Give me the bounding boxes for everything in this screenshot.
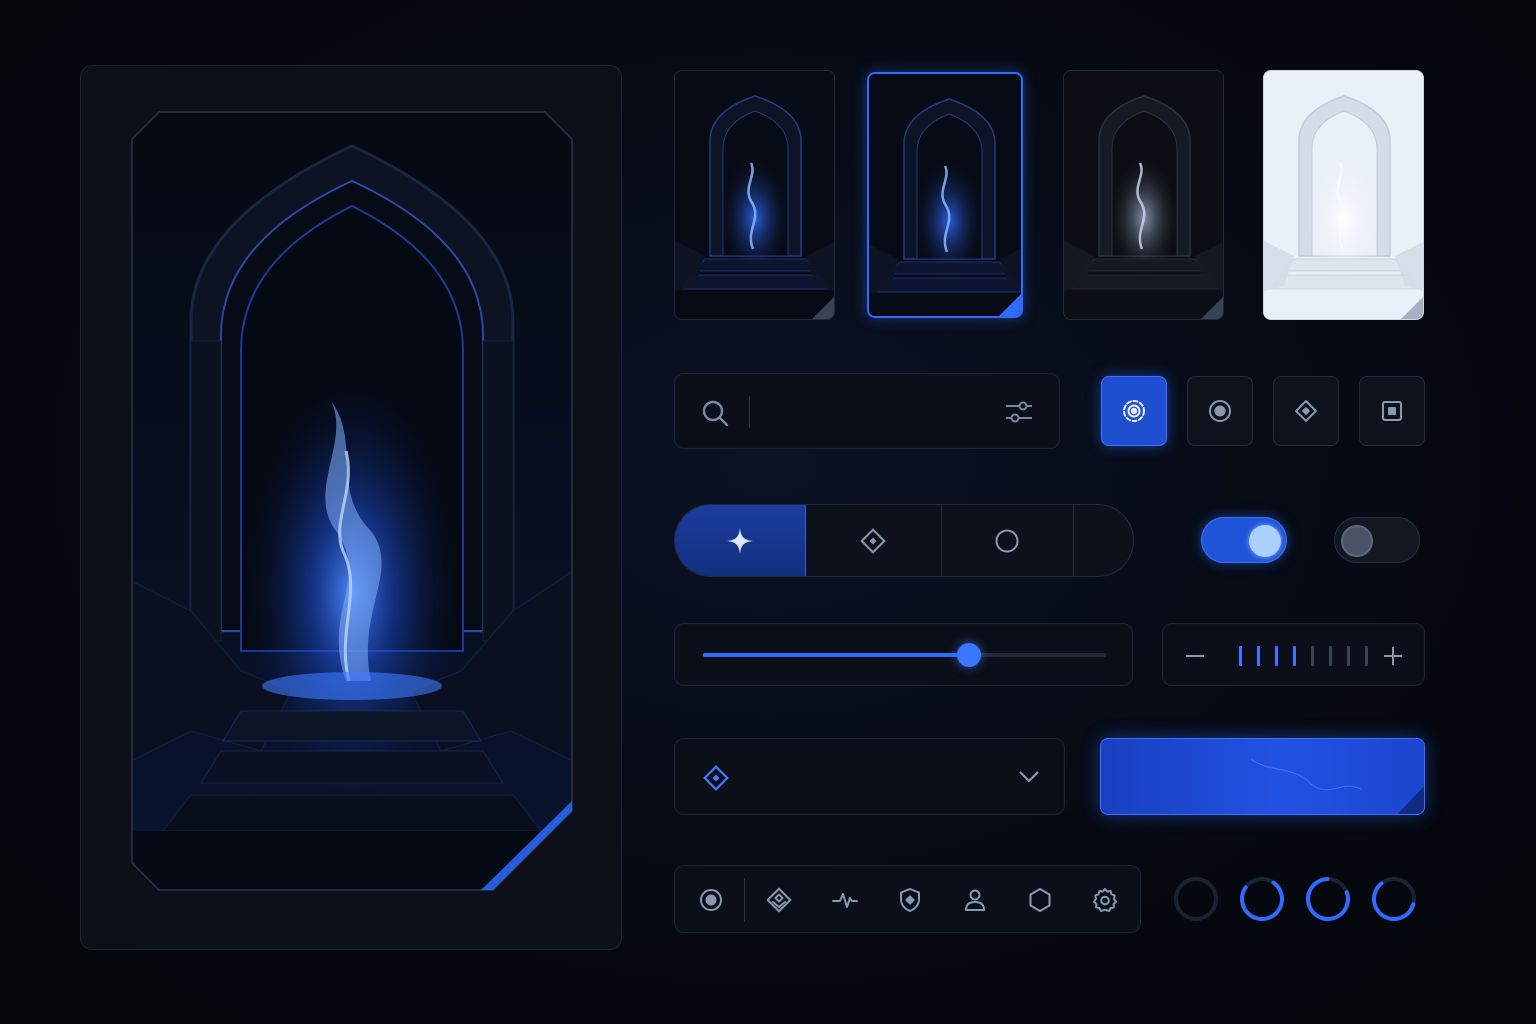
- plus-icon[interactable]: [1381, 644, 1405, 668]
- card-corner-accent: [812, 297, 834, 319]
- toolbar-divider: [744, 878, 745, 922]
- toggle-on[interactable]: [1201, 517, 1287, 563]
- thumbnail-card-3[interactable]: [1063, 70, 1224, 320]
- diamond-layers-icon: [766, 887, 792, 913]
- slider-panel: [674, 623, 1133, 686]
- slider-thumb[interactable]: [956, 643, 981, 667]
- search-icon: [702, 400, 729, 427]
- toggle-knob: [1341, 525, 1373, 557]
- square-dot-icon: [1382, 401, 1402, 421]
- stepper-tick: [1329, 646, 1332, 666]
- stepper-tick: [1365, 646, 1368, 666]
- thumbnail-card-4[interactable]: [1263, 70, 1424, 320]
- segment-empty[interactable]: [1073, 505, 1133, 576]
- view-button-target[interactable]: [1101, 376, 1167, 446]
- circle-icon: [995, 529, 1019, 552]
- thumbnail-card-2[interactable]: [867, 72, 1023, 318]
- search-bar[interactable]: [674, 373, 1060, 449]
- toolbar-user-button[interactable]: [955, 880, 995, 920]
- view-button-radio-dot[interactable]: [1187, 376, 1253, 446]
- shield-icon: [900, 888, 920, 912]
- thumbnail-portal-art: [1064, 71, 1223, 319]
- stepper-tick: [1239, 646, 1242, 666]
- user-icon: [965, 889, 985, 911]
- icon-toolbar: [674, 865, 1141, 933]
- stepper-tick: [1347, 646, 1350, 666]
- search-input[interactable]: [753, 392, 977, 434]
- diamond-icon: [703, 765, 729, 791]
- segment-diamond[interactable]: [805, 505, 942, 576]
- target-icon: [1123, 400, 1145, 422]
- search-divider: [749, 396, 750, 428]
- view-button-diamond[interactable]: [1273, 376, 1339, 446]
- diamond-icon: [1295, 400, 1317, 422]
- progress-ring: [1240, 877, 1284, 921]
- toolbar-hexagon-button[interactable]: [1020, 880, 1060, 920]
- gear-icon: [1093, 888, 1117, 912]
- button-texture: [1250, 758, 1424, 814]
- stepper-tick: [1257, 646, 1260, 666]
- card-corner-accent: [1401, 297, 1423, 319]
- slider-fill: [703, 653, 969, 657]
- dropdown-select[interactable]: [674, 738, 1065, 815]
- view-button-square-dot[interactable]: [1359, 376, 1425, 446]
- level-stepper: [1162, 623, 1425, 686]
- segment-circle[interactable]: [941, 505, 1074, 576]
- progress-ring-arc: [1372, 877, 1416, 921]
- stepper-tick: [1293, 646, 1296, 666]
- toolbar-diamond-layers-button[interactable]: [759, 880, 799, 920]
- stepper-tick: [1275, 646, 1278, 666]
- thumbnail-card-1[interactable]: [674, 70, 835, 320]
- card-corner-accent: [999, 294, 1021, 316]
- primary-button[interactable]: [1100, 738, 1425, 815]
- progress-ring: [1174, 877, 1218, 921]
- hexagon-icon: [1029, 888, 1051, 912]
- radio-dot-icon: [1209, 400, 1231, 422]
- segment-sparkle[interactable]: [675, 505, 806, 576]
- sparkle-icon: [727, 527, 753, 554]
- chevron-down-icon: [1019, 771, 1039, 783]
- radio-dot-icon: [700, 889, 722, 911]
- progress-ring-arc: [1240, 877, 1284, 921]
- diamond-icon: [860, 527, 886, 554]
- toolbar-gear-button[interactable]: [1085, 880, 1125, 920]
- progress-ring: [1372, 877, 1416, 921]
- minus-icon[interactable]: [1183, 644, 1207, 668]
- pulse-icon: [832, 893, 858, 908]
- progress-ring: [1306, 877, 1350, 921]
- toggle-knob: [1249, 525, 1281, 557]
- toggle-off[interactable]: [1334, 517, 1420, 563]
- progress-ring-arc: [1306, 877, 1350, 921]
- mode-segmented-control[interactable]: [674, 504, 1134, 577]
- sliders-icon[interactable]: [1003, 396, 1035, 428]
- thumbnail-portal-art: [675, 71, 834, 319]
- toolbar-shield-button[interactable]: [890, 880, 930, 920]
- stepper-tick: [1311, 646, 1314, 666]
- toolbar-pulse-button[interactable]: [825, 880, 865, 920]
- portal-archway-art: [131, 111, 573, 891]
- thumbnail-portal-art: [1264, 71, 1423, 319]
- hero-card[interactable]: [80, 65, 622, 950]
- card-corner-accent: [1201, 297, 1223, 319]
- thumbnail-portal-art: [869, 74, 1021, 316]
- toolbar-radio-dot-button[interactable]: [691, 880, 731, 920]
